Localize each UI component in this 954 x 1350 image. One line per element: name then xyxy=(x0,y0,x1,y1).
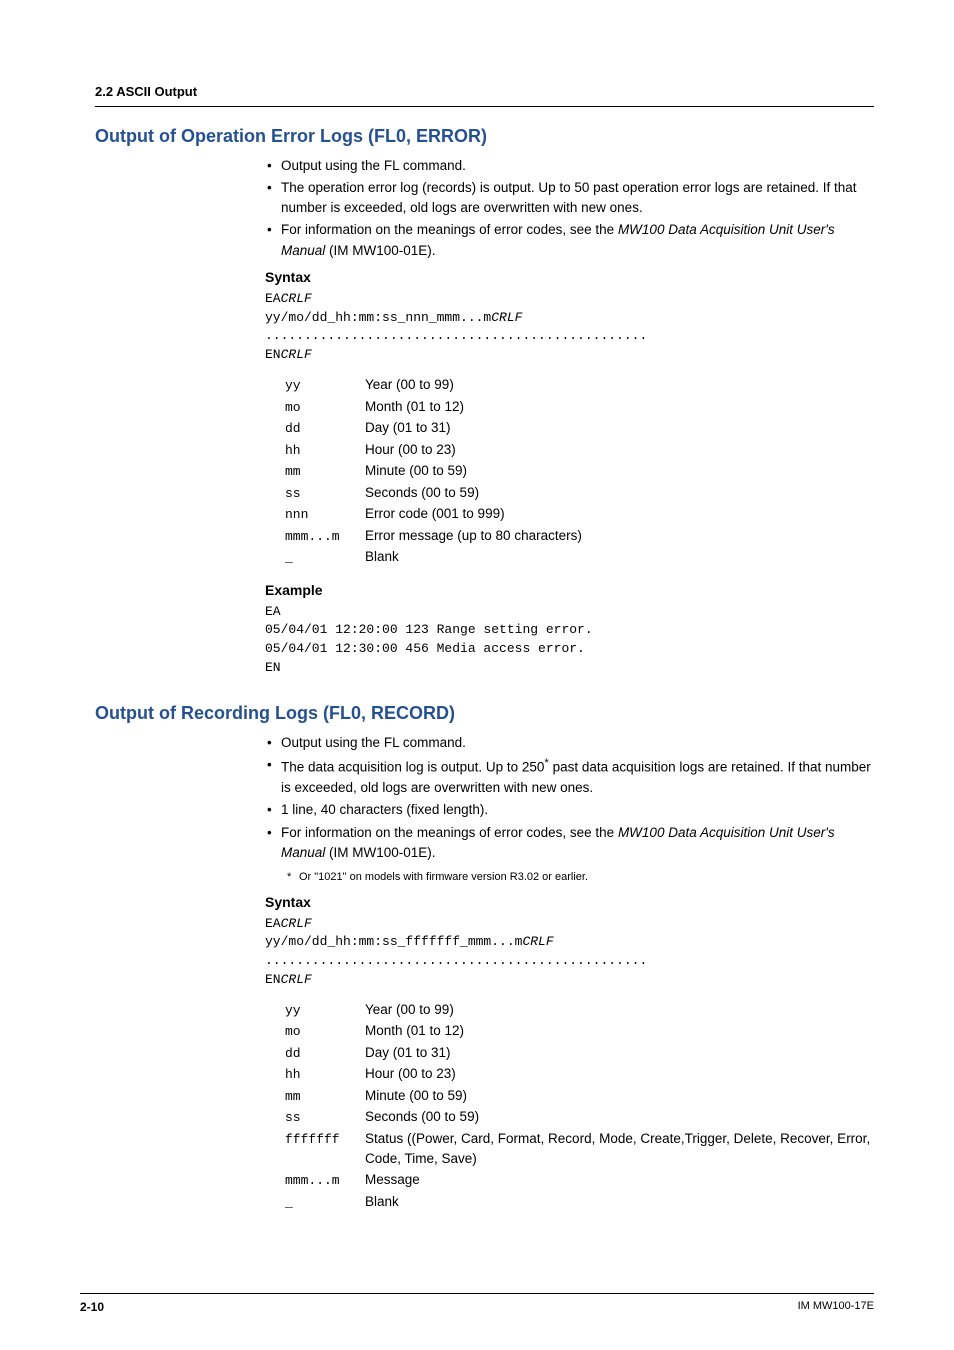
bullet-list: Output using the FL command. The operati… xyxy=(265,156,874,261)
def-key: yy xyxy=(285,1001,365,1021)
footnote: *Or "1021" on models with firmware versi… xyxy=(287,869,874,886)
example-heading: Example xyxy=(265,580,874,601)
syntax-code: EACRLF yy/mo/dd_hh:mm:ss_nnn_mmm...mCRLF… xyxy=(265,290,874,365)
def-row: ssSeconds (00 to 59) xyxy=(285,1107,874,1128)
def-key: nnn xyxy=(285,505,365,525)
def-row: _Blank xyxy=(285,1192,874,1213)
def-row: ddDay (01 to 31) xyxy=(285,418,874,439)
def-row: moMonth (01 to 12) xyxy=(285,1021,874,1042)
def-row: fffffffStatus ((Power, Card, Format, Rec… xyxy=(285,1129,874,1170)
def-row: yyYear (00 to 99) xyxy=(285,1000,874,1021)
def-val: Day (01 to 31) xyxy=(365,418,451,438)
def-row: mmMinute (00 to 59) xyxy=(285,461,874,482)
page-number: 2-10 xyxy=(80,1298,104,1316)
def-key: ss xyxy=(285,484,365,504)
list-item: The operation error log (records) is out… xyxy=(265,178,874,219)
syntax-heading: Syntax xyxy=(265,892,874,913)
def-key: _ xyxy=(285,548,365,568)
def-val: Year (00 to 99) xyxy=(365,1000,454,1020)
example-code: EA 05/04/01 12:20:00 123 Range setting e… xyxy=(265,603,874,678)
def-key: _ xyxy=(285,1193,365,1213)
def-val: Seconds (00 to 59) xyxy=(365,1107,479,1127)
def-val: Month (01 to 12) xyxy=(365,1021,464,1041)
def-val: Blank xyxy=(365,547,399,567)
syntax-code: EACRLF yy/mo/dd_hh:mm:ss_fffffff_mmm...m… xyxy=(265,915,874,990)
def-row: hhHour (00 to 23) xyxy=(285,440,874,461)
def-val: Message xyxy=(365,1170,420,1190)
def-val: Hour (00 to 23) xyxy=(365,1064,456,1084)
definition-list: yyYear (00 to 99) moMonth (01 to 12) ddD… xyxy=(285,375,874,568)
def-val: Year (00 to 99) xyxy=(365,375,454,395)
doc-id: IM MW100-17E xyxy=(798,1298,874,1316)
list-item: For information on the meanings of error… xyxy=(265,220,874,261)
def-row: ddDay (01 to 31) xyxy=(285,1043,874,1064)
def-key: dd xyxy=(285,419,365,439)
def-row: moMonth (01 to 12) xyxy=(285,397,874,418)
list-item: For information on the meanings of error… xyxy=(265,823,874,864)
syntax-heading: Syntax xyxy=(265,267,874,288)
def-key: ss xyxy=(285,1108,365,1128)
page-footer: 2-10 IM MW100-17E xyxy=(80,1293,874,1316)
def-val: Day (01 to 31) xyxy=(365,1043,451,1063)
def-val: Seconds (00 to 59) xyxy=(365,483,479,503)
def-row: ssSeconds (00 to 59) xyxy=(285,483,874,504)
def-row: mmm...mError message (up to 80 character… xyxy=(285,526,874,547)
section-title: Output of Recording Logs (FL0, RECORD) xyxy=(95,700,874,727)
def-key: yy xyxy=(285,376,365,396)
def-row: hhHour (00 to 23) xyxy=(285,1064,874,1085)
def-key: mm xyxy=(285,1087,365,1107)
list-item: Output using the FL command. xyxy=(265,733,874,753)
def-key: dd xyxy=(285,1044,365,1064)
def-val: Error message (up to 80 characters) xyxy=(365,526,582,546)
def-key: mm xyxy=(285,462,365,482)
def-key: hh xyxy=(285,1065,365,1085)
section-title: Output of Operation Error Logs (FL0, ERR… xyxy=(95,123,874,150)
def-key: mmm...m xyxy=(285,527,365,547)
def-key: mo xyxy=(285,1022,365,1042)
def-val: Error code (001 to 999) xyxy=(365,504,505,524)
def-val: Month (01 to 12) xyxy=(365,397,464,417)
def-key: mmm...m xyxy=(285,1171,365,1191)
page-header: 2.2 ASCII Output xyxy=(95,82,874,107)
def-row: _Blank xyxy=(285,547,874,568)
bullet-list: Output using the FL command. The data ac… xyxy=(265,733,874,863)
list-item: 1 line, 40 characters (fixed length). xyxy=(265,800,874,820)
def-key: fffffff xyxy=(285,1130,365,1150)
def-val: Minute (00 to 59) xyxy=(365,461,467,481)
def-row: mmMinute (00 to 59) xyxy=(285,1086,874,1107)
def-row: mmm...mMessage xyxy=(285,1170,874,1191)
def-val: Blank xyxy=(365,1192,399,1212)
list-item: The data acquisition log is output. Up t… xyxy=(265,755,874,798)
footnote-text: Or "1021" on models with firmware versio… xyxy=(299,871,588,883)
def-key: hh xyxy=(285,441,365,461)
definition-list: yyYear (00 to 99) moMonth (01 to 12) ddD… xyxy=(285,1000,874,1213)
def-row: nnnError code (001 to 999) xyxy=(285,504,874,525)
def-val: Minute (00 to 59) xyxy=(365,1086,467,1106)
list-item: Output using the FL command. xyxy=(265,156,874,176)
def-row: yyYear (00 to 99) xyxy=(285,375,874,396)
def-val: Hour (00 to 23) xyxy=(365,440,456,460)
def-key: mo xyxy=(285,398,365,418)
def-val: Status ((Power, Card, Format, Record, Mo… xyxy=(365,1129,874,1170)
